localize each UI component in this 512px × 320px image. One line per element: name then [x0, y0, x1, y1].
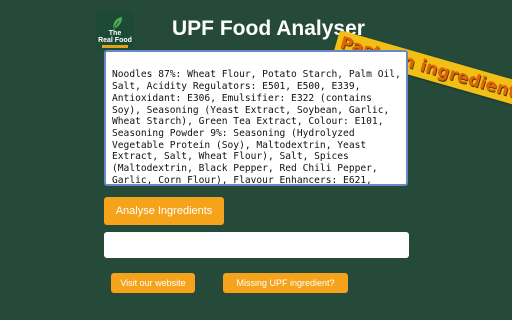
logo-text: The Real Food	[96, 30, 134, 44]
page-title: UPF Food Analyser	[172, 17, 365, 40]
logo-line: The	[108, 30, 122, 37]
logo-line: Real Food	[98, 37, 132, 44]
leaf-icon	[112, 17, 122, 30]
missing-ingredient-button[interactable]: Missing UPF ingredient?	[223, 273, 348, 293]
ingredients-textarea[interactable]: Noodles 87%: Wheat Flour, Potato Starch,…	[104, 50, 408, 186]
logo: The Real Food	[96, 12, 134, 50]
logo-underline	[102, 45, 128, 48]
analyse-button[interactable]: Analyse Ingredients	[104, 197, 224, 225]
result-field[interactable]	[104, 232, 409, 258]
ingredients-text: Noodles 87%: Wheat Flour, Potato Starch,…	[112, 69, 401, 186]
visit-website-button[interactable]: Visit our website	[111, 273, 195, 293]
